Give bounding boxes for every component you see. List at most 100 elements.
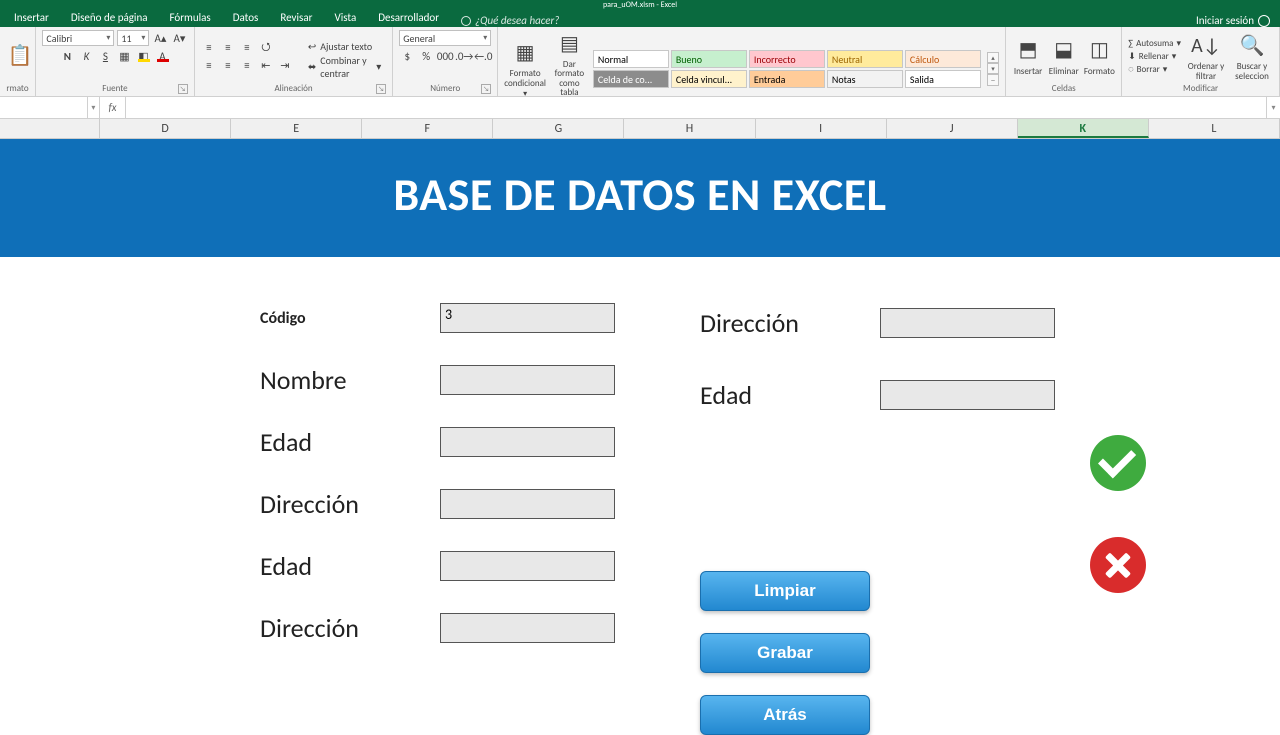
- fill-button[interactable]: ⬇ Rellenar ▾: [1128, 51, 1181, 62]
- login-button[interactable]: Iniciar sesión: [1196, 14, 1270, 27]
- tell-me-search[interactable]: ¿Qué desea hacer?: [461, 14, 559, 27]
- inc-decimal-button[interactable]: .0→: [456, 48, 472, 64]
- limpiar-button[interactable]: Limpiar: [700, 571, 870, 611]
- worksheet-area[interactable]: BASE DE DATOS EN EXCEL Código3NombreEdad…: [0, 139, 1280, 719]
- font-dialog-icon[interactable]: ↘: [178, 84, 188, 94]
- column-header[interactable]: F: [362, 119, 493, 138]
- ribbon-tabs: Insertar Diseño de página Fórmulas Datos…: [0, 9, 1280, 27]
- dec-decimal-button[interactable]: ←.0: [475, 48, 491, 64]
- field-input[interactable]: [880, 380, 1055, 410]
- align-middle-button[interactable]: ≡: [220, 40, 236, 56]
- style-cell[interactable]: Cálculo: [905, 50, 981, 68]
- field-input[interactable]: [440, 551, 615, 581]
- fill-color-button[interactable]: ◧: [135, 48, 151, 64]
- field-input[interactable]: [440, 427, 615, 457]
- thousands-button[interactable]: 000: [437, 48, 453, 64]
- indent-dec-button[interactable]: ⇤: [258, 58, 274, 74]
- style-cell[interactable]: Bueno: [671, 50, 747, 68]
- tab-desarrollador[interactable]: Desarrollador: [368, 9, 449, 27]
- align-top-button[interactable]: ≡: [201, 40, 217, 56]
- column-header[interactable]: D: [100, 119, 231, 138]
- align-bottom-button[interactable]: ≡: [239, 40, 255, 56]
- field-label: Edad: [260, 426, 440, 458]
- gallery-up-icon[interactable]: ▴: [987, 52, 999, 63]
- column-header[interactable]: I: [756, 119, 887, 138]
- autosum-button[interactable]: ∑ Autosuma ▾: [1128, 38, 1181, 49]
- field-input[interactable]: [880, 308, 1055, 338]
- find-select-button[interactable]: 🔍Buscar y seleccion: [1231, 32, 1273, 81]
- formula-expand-icon[interactable]: ▾: [1266, 97, 1280, 118]
- style-cell[interactable]: Notas: [827, 70, 903, 88]
- format-cells-button[interactable]: ◫Formato: [1084, 37, 1116, 76]
- style-cell[interactable]: Incorrecto: [749, 50, 825, 68]
- align-left-button[interactable]: ≡: [201, 58, 217, 74]
- number-dialog-icon[interactable]: ↘: [481, 84, 491, 94]
- gallery-more-icon[interactable]: ⎯: [987, 74, 999, 86]
- field-input[interactable]: [440, 489, 615, 519]
- align-center-button[interactable]: ≡: [220, 58, 236, 74]
- paste-button[interactable]: 📋: [6, 43, 34, 71]
- insert-cells-button[interactable]: ⬒Insertar: [1012, 37, 1044, 76]
- cross-icon[interactable]: [1090, 537, 1146, 593]
- tab-diseno[interactable]: Diseño de página: [61, 9, 158, 27]
- number-format-combo[interactable]: General▾: [399, 30, 491, 46]
- tab-vista[interactable]: Vista: [324, 9, 366, 27]
- column-header[interactable]: J: [887, 119, 1018, 138]
- column-header[interactable]: E: [231, 119, 362, 138]
- tab-insertar[interactable]: Insertar: [4, 9, 59, 27]
- select-all-corner[interactable]: [0, 119, 100, 138]
- align-right-button[interactable]: ≡: [239, 58, 255, 74]
- column-header[interactable]: K: [1018, 119, 1149, 138]
- bold-button[interactable]: N: [59, 48, 75, 64]
- indent-inc-button[interactable]: ⇥: [277, 58, 293, 74]
- grabar-button[interactable]: Grabar: [700, 633, 870, 673]
- border-button[interactable]: ▦: [116, 48, 132, 64]
- name-box[interactable]: [0, 97, 87, 118]
- style-cell[interactable]: Normal: [593, 50, 669, 68]
- atrás-button[interactable]: Atrás: [700, 695, 870, 735]
- style-cell[interactable]: Entrada: [749, 70, 825, 88]
- font-color-button[interactable]: A: [154, 48, 170, 64]
- orientation-button[interactable]: ⭯: [258, 40, 274, 56]
- underline-button[interactable]: S: [97, 48, 113, 64]
- format-as-table-button[interactable]: ▤Dar formato como tabla▾: [550, 30, 589, 97]
- formula-input[interactable]: [126, 97, 1266, 118]
- column-header[interactable]: H: [624, 119, 755, 138]
- tab-revisar[interactable]: Revisar: [270, 9, 322, 27]
- delete-cells-button[interactable]: ⬓Eliminar: [1048, 37, 1080, 76]
- field-input[interactable]: 3: [440, 303, 615, 333]
- formula-bar-row: ▾ fx ▾: [0, 97, 1280, 119]
- field-input[interactable]: [440, 613, 615, 643]
- form-field: Nombre: [260, 349, 700, 411]
- style-cell[interactable]: Celda vincul...: [671, 70, 747, 88]
- column-header[interactable]: G: [493, 119, 624, 138]
- merge-center-button[interactable]: ⬌ Combinar y centrar ▾: [303, 58, 386, 76]
- italic-button[interactable]: K: [78, 48, 94, 64]
- column-header[interactable]: L: [1149, 119, 1280, 138]
- font-size-combo[interactable]: 11▾: [117, 30, 149, 46]
- grow-font-button[interactable]: A▴: [152, 30, 168, 46]
- style-cell[interactable]: Salida: [905, 70, 981, 88]
- checkmark-icon[interactable]: [1090, 435, 1146, 491]
- namebox-dropdown-icon[interactable]: ▾: [87, 97, 99, 118]
- style-cell[interactable]: Neutral: [827, 50, 903, 68]
- cell-styles-gallery[interactable]: NormalBuenoIncorrectoNeutralCálculo Celda…: [593, 50, 981, 88]
- sort-filter-button[interactable]: A↓Ordenar y filtrar: [1185, 32, 1227, 81]
- tab-datos[interactable]: Datos: [223, 9, 269, 27]
- gallery-scroll[interactable]: ▴ ▾ ⎯: [987, 52, 999, 86]
- font-name-combo[interactable]: Calibri▾: [42, 30, 114, 46]
- currency-button[interactable]: $: [399, 48, 415, 64]
- align-dialog-icon[interactable]: ↘: [376, 84, 386, 94]
- tab-formulas[interactable]: Fórmulas: [160, 9, 221, 27]
- field-input[interactable]: [440, 365, 615, 395]
- fx-icon[interactable]: fx: [100, 97, 126, 118]
- percent-button[interactable]: %: [418, 48, 434, 64]
- clear-button[interactable]: ◌ Borrar ▾: [1128, 64, 1181, 75]
- ribbon: 📋 rmato Calibri▾ 11▾ A▴ A▾ N K S ▦ ◧ A F…: [0, 27, 1280, 97]
- form-field: Dirección: [700, 287, 1060, 359]
- conditional-format-button[interactable]: ▦Formato condicional▾: [504, 39, 546, 97]
- gallery-down-icon[interactable]: ▾: [987, 63, 999, 74]
- column-headers[interactable]: DEFGHIJKL: [0, 119, 1280, 139]
- style-cell[interactable]: Celda de co...: [593, 70, 669, 88]
- shrink-font-button[interactable]: A▾: [171, 30, 187, 46]
